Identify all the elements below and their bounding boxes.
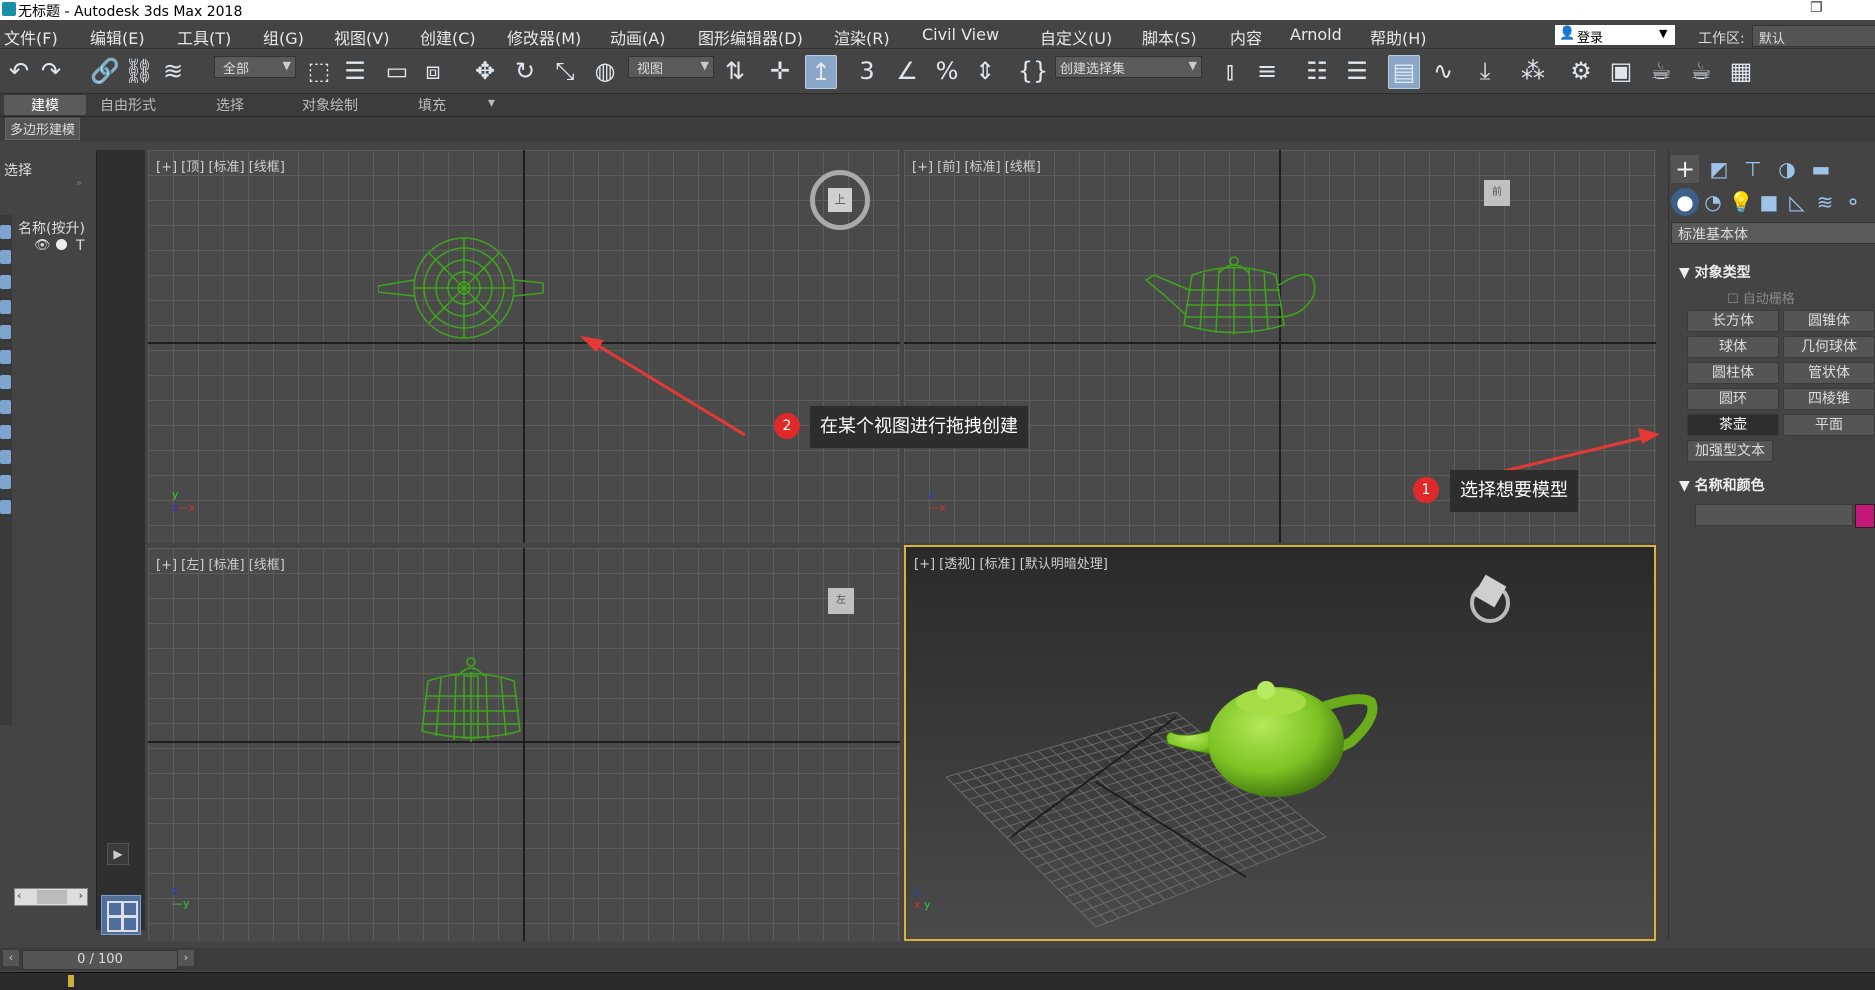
callout-drag-create: 在某个视图进行拖拽创建	[810, 406, 1028, 448]
time-next-icon[interactable]: ›	[178, 950, 194, 966]
track-bar[interactable]	[0, 972, 1875, 990]
time-slider-bar: ‹ ›	[0, 948, 1875, 970]
annotation-arrows	[580, 336, 1660, 474]
callout-badge-1: 1	[1413, 477, 1439, 503]
time-prev-icon[interactable]: ‹	[3, 950, 19, 966]
callout-badge-2: 2	[774, 413, 800, 439]
time-slider[interactable]: 0 / 100	[22, 950, 178, 970]
callout-select-model: 选择想要模型	[1450, 470, 1578, 512]
